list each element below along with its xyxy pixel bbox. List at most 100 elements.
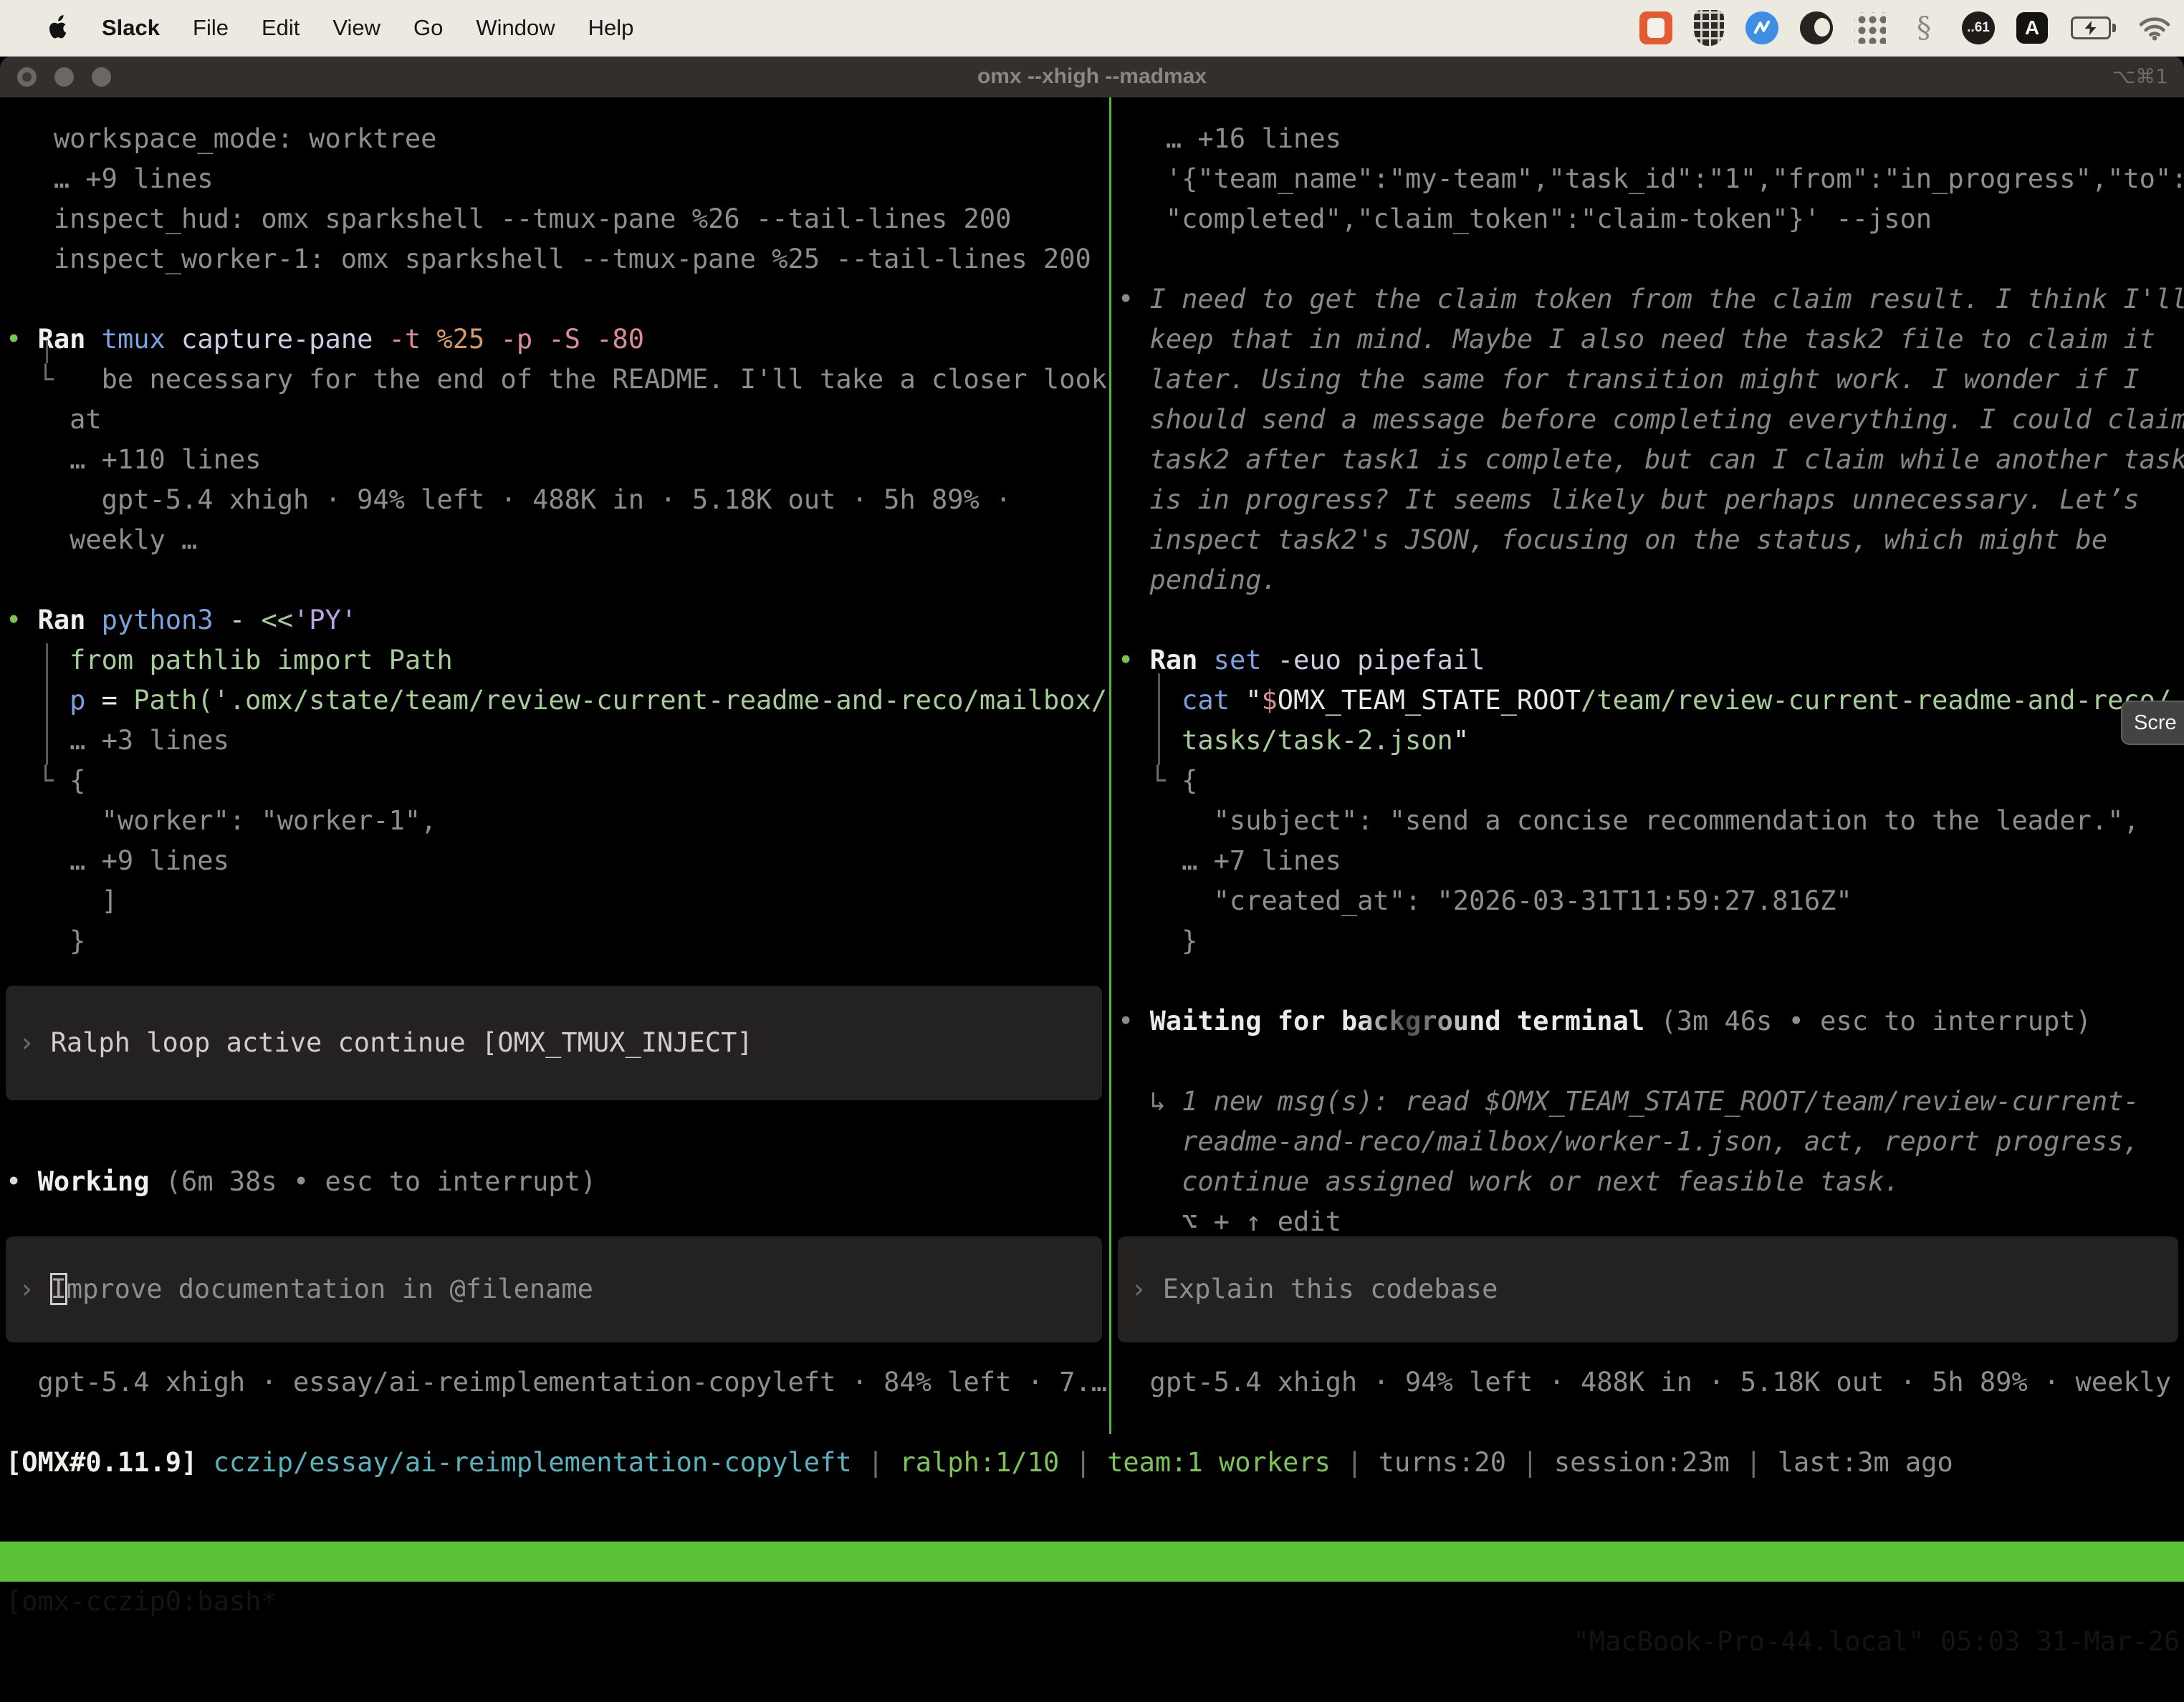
text-segment	[85, 324, 101, 355]
terminal-row: inspect task2's JSON, focusing on the st…	[1118, 520, 2184, 560]
chat-bubble-shape	[1647, 18, 1665, 38]
terminal-row: ]	[6, 881, 1108, 921]
terminal-row: continue assigned work or next feasible …	[1118, 1162, 2184, 1202]
text-segment: "worker": "worker-1",	[6, 805, 436, 836]
text-segment: from pathlib import Path	[6, 645, 453, 675]
text-segment: |	[852, 1447, 900, 1478]
output-connector-line	[46, 340, 48, 363]
terminal-row: tasks/task-2.json"	[1118, 721, 2184, 761]
text-segment: inspect_hud: omx sparkshell --tmux-pane …	[6, 203, 1011, 234]
menu-app-name[interactable]: Slack	[102, 15, 160, 41]
text-segment: be necessary for the end of the README. …	[102, 364, 1107, 395]
text-segment: ›	[19, 1027, 51, 1058]
apple-menu-icon[interactable]	[47, 15, 69, 41]
text-segment: {	[70, 765, 85, 796]
text-segment: mprove documentation in @filename	[67, 1274, 593, 1304]
text-segment: cat	[1182, 685, 1230, 716]
menu-file[interactable]: File	[193, 15, 229, 41]
terminal-row: workspace_mode: worktree	[6, 119, 1108, 159]
menu-view[interactable]: View	[332, 15, 380, 41]
terminal-row: keep that in mind. Maybe I also need the…	[1118, 319, 2184, 360]
text-segment: -t	[373, 324, 421, 355]
text-segment: =	[102, 685, 118, 716]
text-segment: ralph:1/10	[899, 1447, 1059, 1478]
text-segment	[1118, 725, 1182, 756]
terminal-row: should send a message before completing …	[1118, 400, 2184, 440]
text-segment: gpt-5.4 xhigh · 94% left · 488K in · 5.1…	[1118, 1367, 2184, 1398]
text-segment	[85, 605, 101, 635]
text-segment: Ran	[38, 324, 86, 355]
text-segment: python3	[102, 605, 214, 635]
text-segment: └	[1118, 765, 1182, 796]
text-segment: •	[6, 605, 38, 635]
left-prompt-text: › Improve documentation in @filename	[19, 1269, 1102, 1309]
text-segment: }	[1118, 925, 1197, 956]
terminal-row: … +9 lines	[6, 159, 1108, 199]
macos-menu-bar: Slack File Edit View Go Window Help § ..…	[0, 0, 2184, 57]
ralph-loop-text: › Ralph loop active continue [OMX_TMUX_I…	[19, 1023, 1102, 1063]
omx-status-line: [OMX#0.11.9] cczip/essay/ai-reimplementa…	[6, 1443, 1953, 1483]
right-prompt-input[interactable]: › Explain this codebase	[1118, 1236, 2178, 1342]
battery-tip	[2112, 24, 2116, 32]
right-prompt-text: › Explain this codebase	[1131, 1269, 2178, 1309]
text-segment: |	[1506, 1447, 1554, 1478]
shield-grid-menubar-icon[interactable]	[1694, 10, 1724, 46]
text-segment: └	[6, 765, 70, 796]
tmux-status-bar: [omx-cczip0:bash* "MacBook-Pro-44.local"…	[0, 1542, 2184, 1582]
dots-grid-menubar-icon[interactable]	[1854, 12, 1886, 44]
text-segment: continue assigned work or next feasible …	[1118, 1166, 1900, 1197]
text-segment: … +9 lines	[6, 845, 229, 876]
menu-help[interactable]: Help	[588, 15, 634, 41]
text-segment: Ralph loop active continue [OMX_TMUX_INJ…	[51, 1027, 753, 1058]
text-segment: gpt-5.4 xhigh · 94% left · 488K in · 5.1…	[6, 484, 1011, 515]
text-segment: task2 after task1 is complete, but can I…	[1118, 444, 2184, 475]
text-segment	[1197, 645, 1213, 675]
terminal-row: … +9 lines	[6, 841, 1108, 881]
text-segment: later. Using the same for transition mig…	[1118, 364, 2140, 395]
crescent-menubar-icon[interactable]	[1800, 11, 1833, 44]
text-segment: ›	[1131, 1274, 1163, 1304]
text-segment: }	[6, 925, 85, 956]
terminal-row: • Ran set -euo pipefail	[1118, 640, 2184, 681]
battery-body	[2071, 16, 2111, 39]
terminal-row: cat "$OMX_TEAM_STATE_ROOT/team/review-cu…	[1118, 681, 2184, 721]
badge-61-menubar-icon[interactable]: ..61	[1962, 11, 1995, 44]
text-segment: inspect_worker-1: omx sparkshell --tmux-…	[6, 244, 1091, 274]
terminal-row: task2 after task1 is complete, but can I…	[1118, 440, 2184, 480]
chat-app-menubar-icon[interactable]	[1639, 11, 1672, 44]
text-segment: 1 new msg(s): read $OMX_TEAM_STATE_ROOT/…	[1182, 1086, 2140, 1117]
terminal-row: is in progress? It seems likely but perh…	[1118, 480, 2184, 520]
text-segment: -	[214, 605, 246, 635]
tmux-pane-divider[interactable]	[1109, 97, 1111, 1434]
battery-icon[interactable]	[2069, 11, 2117, 44]
terminal-row: └ {	[6, 761, 1108, 801]
left-prompt-input[interactable]: › Improve documentation in @filename	[6, 1236, 1102, 1342]
text-segment: (3m 46s • esc to interrupt)	[1660, 1006, 2091, 1037]
terminal-row: }	[6, 921, 1108, 961]
text-segment: "created_at": "2026-03-31T11:59:27.816Z"	[1118, 885, 1852, 916]
terminal-row: └ be necessary for the end of the README…	[6, 360, 1108, 400]
terminal-row: … +110 lines	[6, 440, 1108, 480]
terminal-row: … +16 lines	[1118, 119, 2184, 159]
terminal-row: • Working (6m 38s • esc to interrupt)	[6, 1162, 1108, 1202]
ralph-loop-banner: › Ralph loop active continue [OMX_TMUX_I…	[6, 986, 1102, 1100]
terminal-row: └ {	[1118, 761, 2184, 801]
text-segment: tmux	[102, 324, 166, 355]
wifi-icon[interactable]	[2138, 11, 2171, 44]
text-segment: {	[1182, 765, 1197, 796]
text-segment: "completed","claim_token":"claim-token"}…	[1118, 203, 1932, 234]
text-segment	[1230, 685, 1245, 716]
menu-window[interactable]: Window	[476, 15, 555, 41]
text-segment	[118, 685, 133, 716]
text-segment: •	[1118, 1006, 1150, 1037]
blue-badge-menubar-icon[interactable]	[1745, 11, 1778, 44]
text-segment: Path('.omx/state/team/review-current-rea…	[133, 685, 1107, 716]
text-segment: I	[51, 1274, 67, 1304]
a-badge-menubar-icon[interactable]: A	[2016, 12, 2048, 44]
menu-edit[interactable]: Edit	[262, 15, 300, 41]
tmux-host-clock: "MacBook-Pro-44.local" 05:03 31-Mar-26	[1574, 1622, 2180, 1662]
menu-go[interactable]: Go	[413, 15, 443, 41]
terminal-row: "worker": "worker-1",	[6, 801, 1108, 841]
squiggle-menubar-icon[interactable]: §	[1907, 11, 1940, 44]
text-segment: I need to get the claim token from the c…	[1150, 284, 2184, 314]
